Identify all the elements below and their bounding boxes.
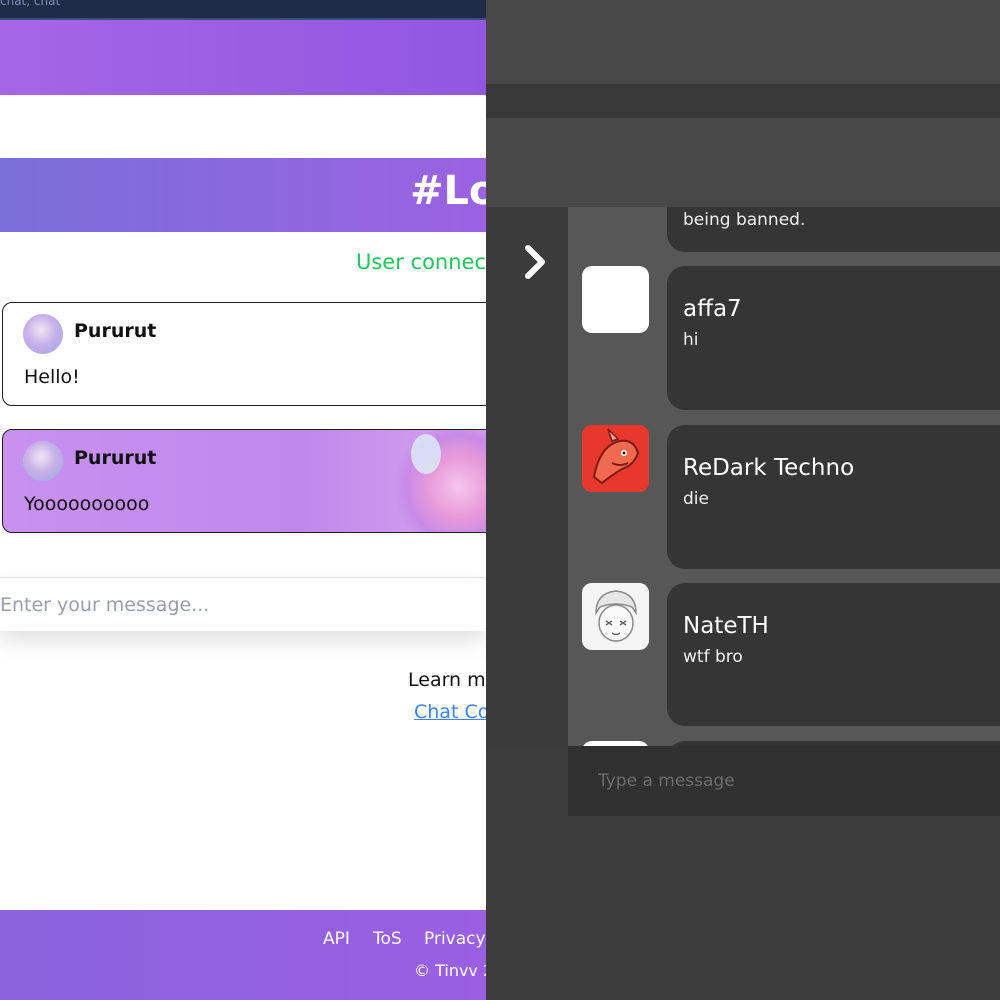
decorative-anime-art — [393, 430, 486, 532]
footer-link-api[interactable]: API — [323, 929, 350, 949]
message-author[interactable]: Pururut — [74, 447, 156, 469]
connection-status: User connec — [356, 250, 486, 274]
red-dragon-avatar-icon[interactable] — [582, 425, 649, 492]
chevron-right-icon[interactable] — [516, 242, 556, 282]
message-list[interactable]: being banned. affa7 hi ReDark Techno die — [568, 207, 1000, 749]
room-title-bar: #Lo — [0, 158, 486, 232]
footer-copyright: © Tinvv 2 — [414, 961, 486, 980]
message-input-bar — [568, 746, 1000, 816]
message-input[interactable] — [0, 578, 486, 631]
avatar[interactable] — [23, 314, 63, 354]
message-card: affa7 hi — [667, 266, 1000, 410]
room-title: #Lo — [410, 168, 486, 214]
message-text: die — [683, 489, 709, 509]
learn-more-text: Learn m — [408, 669, 486, 691]
top-strip-text: chat, chat — [0, 0, 61, 8]
message-input-wrapper — [0, 577, 486, 631]
message-card: ReDark Techno die — [667, 425, 1000, 569]
sketch-character-avatar-icon[interactable] — [582, 583, 649, 650]
message-text: being banned. — [683, 210, 806, 230]
avatar[interactable] — [23, 441, 63, 481]
panel-gutter — [486, 207, 568, 749]
message-text: Yoooooooooo — [24, 493, 150, 515]
message-text: hi — [683, 330, 699, 350]
message-author[interactable]: NateTH — [683, 613, 769, 639]
message-author[interactable]: Pururut — [74, 320, 156, 342]
footer-link-tos[interactable]: ToS — [373, 929, 402, 949]
light-chat-page: chat, chat #Lo User connec Pururut Hello… — [0, 0, 486, 1000]
panel-top-bar — [486, 0, 1000, 84]
chat-message: Pururut Hello! — [2, 302, 486, 406]
chat-message-highlighted: Pururut Yoooooooooo — [2, 429, 486, 533]
site-header — [0, 20, 486, 95]
message-text: Hello! — [24, 366, 80, 388]
message-author[interactable]: ReDark Techno — [683, 455, 854, 481]
message-card-partial: being banned. — [667, 207, 1000, 252]
blank-avatar-icon[interactable] — [582, 266, 649, 333]
footer-link-privacy[interactable]: Privacy — [424, 929, 486, 949]
message-author[interactable]: affa7 — [683, 296, 742, 322]
dark-chat-panel: being banned. affa7 hi ReDark Techno die — [486, 0, 1000, 1000]
panel-separator — [486, 84, 1000, 118]
panel-bottom-fill — [486, 749, 568, 1000]
message-card: NateTH wtf bro — [667, 583, 1000, 726]
site-footer: API ToS Privacy © Tinvv 2 — [0, 910, 486, 1000]
type-message-input[interactable] — [568, 746, 1000, 816]
chat-commands-link[interactable]: Chat Co — [414, 701, 486, 723]
message-text: wtf bro — [683, 647, 743, 667]
browser-top-strip: chat, chat — [0, 0, 486, 20]
panel-header — [486, 118, 1000, 207]
